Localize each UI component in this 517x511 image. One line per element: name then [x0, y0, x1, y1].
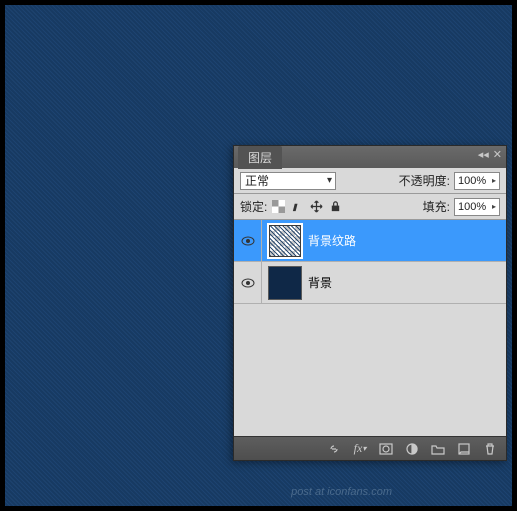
blend-row: 正常 不透明度: 100% ▸: [234, 168, 506, 194]
panel-footer: fx▾: [234, 436, 506, 460]
layer-name[interactable]: 背景: [308, 274, 332, 291]
watermark-text: post at iconfans.com: [291, 486, 392, 498]
close-icon[interactable]: ✕: [493, 148, 502, 161]
visibility-toggle[interactable]: [234, 262, 262, 304]
visibility-toggle[interactable]: [234, 220, 262, 262]
layers-panel: 图层 ◂◂ ✕ 正常 不透明度: 100% ▸ 锁定:: [233, 145, 507, 461]
lock-pixels-icon[interactable]: [290, 200, 304, 214]
fill-value: 100%: [458, 201, 492, 213]
layer-row[interactable]: 背景: [234, 262, 506, 304]
opacity-input[interactable]: 100% ▸: [454, 172, 500, 190]
document-canvas: post at iconfans.com 图层 ◂◂ ✕ 正常 不透明度: 10…: [5, 5, 512, 506]
opacity-label: 不透明度:: [399, 172, 450, 189]
fill-label: 填充:: [423, 198, 450, 215]
layer-name[interactable]: 背景纹路: [308, 232, 356, 249]
adjustment-layer-icon[interactable]: [404, 441, 420, 457]
collapse-icon[interactable]: ◂◂: [478, 148, 489, 161]
lock-label: 锁定:: [240, 198, 267, 215]
layer-group-icon[interactable]: [430, 441, 446, 457]
chevron-right-icon: ▸: [492, 176, 496, 185]
chevron-right-icon: ▸: [492, 202, 496, 211]
panel-tab-layers[interactable]: 图层: [238, 146, 282, 169]
lock-transparency-icon[interactable]: [271, 200, 285, 214]
delete-layer-icon[interactable]: [482, 441, 498, 457]
link-layers-icon[interactable]: [326, 441, 342, 457]
fill-input[interactable]: 100% ▸: [454, 198, 500, 216]
lock-all-icon[interactable]: [328, 200, 342, 214]
layer-style-icon[interactable]: fx▾: [352, 441, 368, 457]
panel-titlebar[interactable]: 图层 ◂◂ ✕: [234, 146, 506, 168]
layers-list: 背景纹路 背景: [234, 220, 506, 436]
layer-row[interactable]: 背景纹路: [234, 220, 506, 262]
opacity-value: 100%: [458, 175, 492, 187]
blend-mode-select[interactable]: 正常: [240, 172, 336, 190]
layer-thumbnail[interactable]: [268, 266, 302, 300]
layer-thumbnail[interactable]: [268, 224, 302, 258]
blend-mode-value: 正常: [245, 172, 269, 189]
layer-mask-icon[interactable]: [378, 441, 394, 457]
new-layer-icon[interactable]: [456, 441, 472, 457]
lock-position-icon[interactable]: [309, 200, 323, 214]
lock-row: 锁定: 填充: 100% ▸: [234, 194, 506, 220]
